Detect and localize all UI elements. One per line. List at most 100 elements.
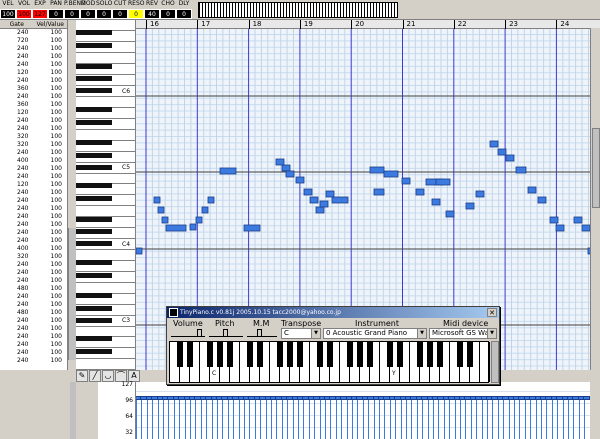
velocity-bar[interactable]	[373, 398, 375, 439]
list-row[interactable]: 240 100	[0, 357, 67, 365]
velocity-bar[interactable]	[141, 398, 143, 439]
velocity-bar[interactable]	[433, 398, 434, 439]
white-key[interactable]	[76, 347, 136, 349]
white-key[interactable]	[76, 205, 136, 207]
velocity-bar[interactable]	[465, 398, 467, 439]
piano-keyboard[interactable]: C6 C5 C4 C3	[76, 20, 136, 370]
black-key[interactable]	[76, 293, 112, 299]
white-key[interactable]	[76, 161, 136, 163]
measure-label[interactable]: 18	[248, 20, 262, 29]
velocity-bar[interactable]	[179, 398, 181, 439]
param-cho[interactable]: CHO 0	[160, 0, 176, 19]
tinypiano-scrollbar[interactable]	[491, 341, 499, 383]
list-row[interactable]: 240 100	[0, 301, 67, 309]
velocity-bar[interactable]	[584, 398, 586, 439]
list-row[interactable]: 240 100	[0, 173, 67, 181]
velocity-bar[interactable]	[454, 398, 456, 439]
volume-slider[interactable]	[171, 329, 205, 337]
list-row[interactable]: 240 100	[0, 269, 67, 277]
velocity-bar[interactable]	[422, 398, 424, 439]
measure-label[interactable]: 23	[505, 20, 518, 29]
piano-black-key[interactable]	[387, 342, 393, 367]
measure-label[interactable]: 17	[197, 20, 210, 29]
param-vol[interactable]: VOL 100	[16, 0, 32, 19]
velocity-bar[interactable]	[530, 398, 532, 439]
black-key[interactable]	[76, 241, 112, 247]
param-solo[interactable]: SOLO 0	[96, 0, 112, 19]
black-key[interactable]	[76, 140, 112, 146]
velocity-bar[interactable]	[535, 398, 537, 439]
piano-roll-scrollbar[interactable]	[590, 28, 600, 370]
list-row[interactable]: 240 100	[0, 29, 67, 37]
velocity-bar[interactable]	[503, 398, 505, 439]
param-vel[interactable]: VEL 100	[0, 0, 16, 19]
piano-black-key[interactable]	[217, 342, 223, 367]
velocity-bar[interactable]	[379, 398, 380, 439]
black-key[interactable]	[76, 336, 112, 342]
velocity-bar[interactable]	[573, 398, 575, 439]
black-key[interactable]	[76, 164, 112, 170]
velocity-bar[interactable]	[497, 398, 499, 439]
transpose-select[interactable]: C ▼	[281, 328, 321, 339]
list-row[interactable]: 240 100	[0, 341, 67, 349]
white-key[interactable]	[76, 249, 136, 250]
black-key[interactable]	[76, 216, 112, 222]
velocity-scrollbar[interactable]	[70, 382, 76, 439]
list-row[interactable]: 240 100	[0, 165, 67, 173]
list-row[interactable]: 240 100	[0, 189, 67, 197]
param-value[interactable]: 100	[16, 9, 32, 19]
measure-label[interactable]: 19	[299, 20, 313, 29]
measure-ruler[interactable]: 16 17 18 19 20 21 22 23 24	[136, 20, 600, 29]
black-key[interactable]	[76, 272, 112, 278]
black-key[interactable]	[76, 106, 112, 112]
velocity-bar[interactable]	[352, 398, 353, 439]
chevron-down-icon[interactable]: ▼	[487, 329, 496, 338]
velocity-bar[interactable]	[524, 398, 526, 439]
velocity-bar[interactable]	[470, 398, 472, 439]
list-row[interactable]: 240 100	[0, 237, 67, 245]
white-key[interactable]	[76, 96, 136, 97]
param-value[interactable]: 0	[112, 9, 128, 19]
param-value[interactable]: 0	[48, 9, 64, 19]
param-pbend[interactable]: P.BEND 0	[64, 0, 86, 19]
mini-keyboard[interactable]	[198, 2, 398, 18]
list-row[interactable]: 720 100	[0, 37, 67, 45]
velocity-bar[interactable]	[341, 398, 343, 439]
velocity-bar[interactable]	[244, 398, 245, 439]
velocity-bar[interactable]	[492, 398, 494, 439]
black-key[interactable]	[76, 119, 112, 125]
velocity-bar[interactable]	[136, 398, 137, 439]
velocity-bar[interactable]	[298, 398, 299, 439]
velocity-bar[interactable]	[330, 398, 332, 439]
velocity-bar[interactable]	[303, 398, 305, 439]
list-row[interactable]: 240 100	[0, 45, 67, 53]
velocity-bar[interactable]	[562, 398, 564, 439]
velocity-bar[interactable]	[271, 398, 272, 439]
black-key[interactable]	[76, 305, 112, 311]
velocity-bar[interactable]	[260, 398, 262, 439]
list-row[interactable]: 320 100	[0, 133, 67, 141]
velocity-bar[interactable]	[443, 398, 445, 439]
black-key[interactable]	[76, 229, 112, 234]
list-row[interactable]: 480 100	[0, 285, 67, 293]
param-value[interactable]: 0	[128, 9, 144, 19]
list-row[interactable]: 240 100	[0, 221, 67, 229]
chevron-down-icon[interactable]: ▼	[417, 329, 426, 338]
piano-black-key[interactable]	[457, 342, 463, 367]
measure-label[interactable]: 24	[556, 20, 569, 29]
param-value[interactable]: 0	[160, 9, 176, 19]
velocity-bar[interactable]	[411, 398, 413, 439]
piano-black-key[interactable]	[177, 342, 183, 367]
velocity-bar[interactable]	[508, 398, 510, 439]
velocity-bar[interactable]	[217, 398, 218, 439]
velocity-bar[interactable]	[281, 398, 283, 439]
velocity-bar[interactable]	[227, 398, 229, 439]
velocity-bar[interactable]	[514, 398, 515, 439]
velocity-bar[interactable]	[357, 398, 359, 439]
list-row[interactable]: 360 100	[0, 85, 67, 93]
measure-label[interactable]: 16	[146, 20, 159, 29]
velocity-bar[interactable]	[400, 398, 402, 439]
white-key[interactable]	[76, 238, 136, 240]
piano-black-key[interactable]	[277, 342, 283, 367]
param-cut[interactable]: CUT 0	[112, 0, 128, 19]
